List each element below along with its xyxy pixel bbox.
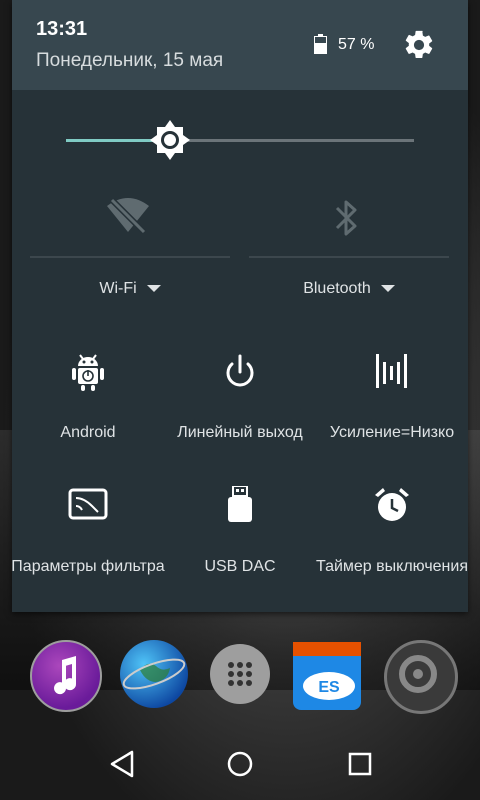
chevron-down-icon — [380, 285, 395, 293]
navigation-bar — [0, 728, 480, 800]
equalizer-icon — [376, 354, 407, 388]
music-app-icon[interactable] — [30, 640, 102, 712]
app-drawer-icon[interactable] — [210, 644, 270, 704]
battery-percent[interactable]: 57 % — [338, 36, 374, 54]
tile-sleep-timer[interactable]: Таймер выключения — [316, 486, 468, 606]
date-label[interactable]: Понедельник, 15 мая — [36, 50, 223, 72]
tile-usb-dac[interactable]: USB DAC — [164, 486, 316, 606]
brightness-slider-thumb[interactable] — [148, 118, 192, 162]
battery-icon[interactable] — [314, 34, 327, 54]
tile-label: Усиление=Низко — [329, 424, 455, 441]
tile-filter[interactable]: Параметры фильтра — [11, 486, 165, 606]
bluetooth-toggle-label[interactable]: Bluetooth — [249, 280, 449, 298]
usb-icon — [228, 486, 252, 522]
es-file-explorer-icon[interactable]: ES — [293, 642, 361, 710]
quick-settings-panel: 13:31 Понедельник, 15 мая 57 % Wi-Fi Blu… — [11, 0, 468, 612]
wifi-label: Wi-Fi — [99, 280, 137, 297]
filter-icon — [68, 488, 108, 520]
globe-app-icon[interactable] — [120, 640, 188, 708]
bluetooth-icon[interactable] — [334, 198, 360, 238]
status-header: 13:31 Понедельник, 15 мая 57 % — [12, 0, 468, 90]
tile-android[interactable]: Android — [12, 352, 164, 472]
home-button[interactable] — [200, 728, 280, 800]
android-icon — [72, 354, 104, 391]
wifi-divider — [30, 256, 230, 258]
wifi-toggle-label[interactable]: Wi-Fi — [30, 280, 230, 298]
settings-app-icon[interactable] — [384, 640, 458, 714]
svg-text:ES: ES — [318, 679, 340, 696]
tile-line-out[interactable]: Линейный выход — [164, 352, 316, 472]
clock[interactable]: 13:31 — [36, 18, 87, 41]
alarm-icon — [375, 488, 409, 521]
settings-gear-icon[interactable] — [402, 28, 436, 62]
bluetooth-label: Bluetooth — [303, 280, 371, 297]
tile-gain[interactable]: Усиление=Низко — [316, 352, 468, 472]
power-icon — [226, 354, 254, 387]
wifi-off-icon[interactable] — [106, 196, 150, 236]
chevron-down-icon — [146, 285, 161, 293]
recents-button[interactable] — [320, 728, 400, 800]
back-button[interactable] — [80, 728, 160, 800]
tile-label: Таймер выключения — [316, 558, 468, 575]
bluetooth-divider — [249, 256, 449, 258]
